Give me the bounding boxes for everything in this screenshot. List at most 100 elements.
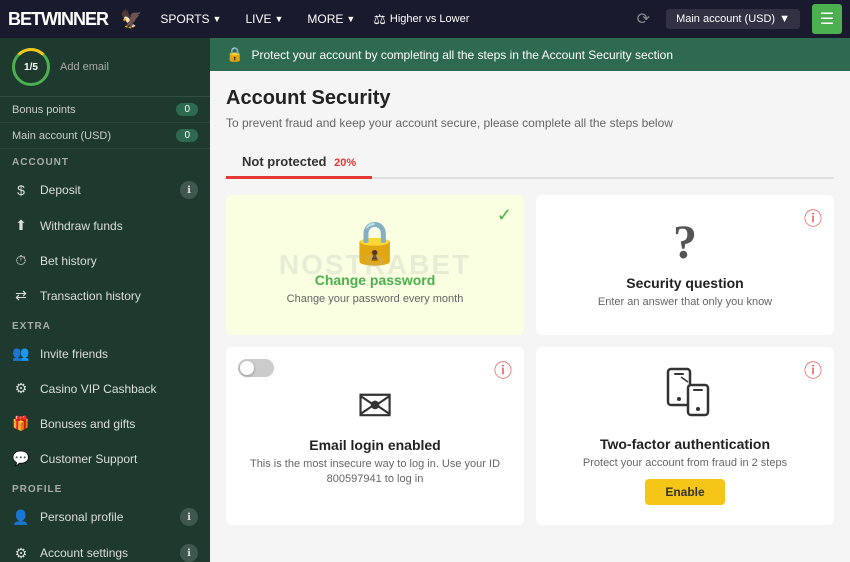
sidebar-item-bonuses[interactable]: 🎁 Bonuses and gifts: [0, 406, 210, 441]
deposit-badge: ℹ: [180, 181, 198, 199]
bonuses-icon: 🎁: [12, 415, 30, 432]
profile-icon: 👤: [12, 509, 30, 526]
profile-section-label: PROFILE: [0, 476, 210, 499]
personal-profile-badge: ℹ: [180, 508, 198, 526]
main-layout: 1/5 Add email Bonus points 0 Main accoun…: [0, 38, 850, 562]
account-settings-badge: ℹ: [180, 544, 198, 562]
sports-label: SPORTS: [160, 12, 209, 26]
security-question-status-icon: ⓘ: [804, 205, 822, 231]
bonus-points-stat: Bonus points 0: [0, 97, 210, 123]
two-factor-icon: [660, 367, 710, 428]
invite-label: Invite friends: [40, 347, 108, 361]
bet-history-label: Bet history: [40, 254, 97, 268]
alert-bar: 🔒 Protect your account by completing all…: [210, 38, 850, 71]
sidebar-item-personal-profile[interactable]: 👤 Personal profile ℹ: [0, 499, 210, 535]
scale-icon: ⚖: [373, 11, 386, 28]
sidebar-top: 1/5 Add email: [0, 38, 210, 97]
email-login-icon: ✉: [357, 385, 394, 429]
card-two-factor: ⓘ Two-factor authentication: [536, 347, 834, 525]
content-main: Account Security To prevent fraud and ke…: [210, 71, 850, 562]
tab-not-protected[interactable]: Not protected 20%: [226, 146, 372, 177]
account-button[interactable]: Main account (USD) ▼: [666, 9, 800, 29]
enable-button[interactable]: Enable: [645, 479, 724, 505]
withdraw-icon: ⬆: [12, 217, 30, 234]
game-label: ⚖ Higher vs Lower: [373, 11, 469, 28]
account-settings-label: Account settings: [40, 546, 128, 560]
logo-winner: WINNER: [41, 9, 108, 29]
logo-icon: 🦅: [120, 9, 142, 30]
progress-circle: 1/5: [12, 48, 50, 86]
email-toggle[interactable]: [238, 359, 274, 377]
card-security-question: ⓘ ? Security question Enter an answer th…: [536, 195, 834, 335]
sports-nav[interactable]: SPORTS ▼: [154, 8, 227, 30]
more-label: MORE: [307, 12, 343, 26]
security-question-title[interactable]: Security question: [626, 275, 743, 291]
change-password-icon: 🔒: [349, 222, 401, 264]
header: BETWINNER 🦅 SPORTS ▼ LIVE ▼ MORE ▼ ⚖ Hig…: [0, 0, 850, 38]
card-email-login: ⓘ ✉ Email login enabled This is the most…: [226, 347, 524, 525]
logo-bet: BET: [8, 9, 41, 29]
account-label: Main account (USD): [676, 13, 775, 25]
sidebar-item-withdraw[interactable]: ⬆ Withdraw funds: [0, 208, 210, 243]
two-factor-status-icon: ⓘ: [804, 357, 822, 383]
security-question-icon: ?: [673, 219, 697, 267]
sidebar-item-account-settings[interactable]: ⚙ Account settings ℹ: [0, 535, 210, 562]
security-question-desc: Enter an answer that only you know: [598, 295, 772, 310]
account-chevron: ▼: [779, 13, 790, 25]
withdraw-label: Withdraw funds: [40, 219, 123, 233]
bonus-points-value: 0: [176, 103, 198, 116]
main-account-stat: Main account (USD) 0: [0, 123, 210, 149]
alert-text: Protect your account by completing all t…: [251, 48, 673, 62]
live-chevron: ▼: [274, 14, 283, 24]
content-area: 🔒 Protect your account by completing all…: [210, 38, 850, 562]
live-label: LIVE: [245, 12, 271, 26]
tab-badge: 20%: [334, 157, 356, 169]
transaction-label: Transaction history: [40, 289, 141, 303]
sidebar-item-casino-vip[interactable]: ⚙ Casino VIP Cashback: [0, 371, 210, 406]
toggle-knob: [240, 361, 254, 375]
security-grid: NOSTRABET ✓ 🔒 Change password Change you…: [226, 195, 834, 525]
logo: BETWINNER: [8, 9, 108, 30]
sidebar-item-deposit[interactable]: $ Deposit ℹ: [0, 172, 210, 208]
account-section-label: ACCOUNT: [0, 149, 210, 172]
deposit-icon: $: [12, 182, 30, 198]
support-icon: 💬: [12, 450, 30, 467]
add-email-text[interactable]: Add email: [60, 61, 109, 73]
sidebar-item-invite-friends[interactable]: 👥 Invite friends: [0, 336, 210, 371]
live-nav[interactable]: LIVE ▼: [239, 8, 289, 30]
email-login-desc: This is the most insecure way to log in.…: [242, 457, 508, 488]
sidebar-item-bet-history[interactable]: ⏱ Bet history: [0, 243, 210, 278]
more-chevron: ▼: [346, 14, 355, 24]
main-account-value: 0: [176, 129, 198, 142]
bonus-points-label: Bonus points: [12, 104, 76, 116]
tabs-bar: Not protected 20%: [226, 146, 834, 179]
transaction-icon: ⇄: [12, 287, 30, 304]
progress-text: 1/5: [24, 62, 38, 73]
settings-icon: ⚙: [12, 545, 30, 562]
extra-section-label: EXTRA: [0, 313, 210, 336]
sidebar-item-transaction-history[interactable]: ⇄ Transaction history: [0, 278, 210, 313]
refresh-icon[interactable]: ⟳: [637, 9, 650, 29]
main-account-label: Main account (USD): [12, 130, 111, 142]
page-title: Account Security: [226, 87, 834, 110]
two-factor-desc: Protect your account from fraud in 2 ste…: [583, 456, 787, 471]
card-change-password: NOSTRABET ✓ 🔒 Change password Change you…: [226, 195, 524, 335]
personal-profile-label: Personal profile: [40, 510, 123, 524]
deposit-label: Deposit: [40, 183, 81, 197]
game-name: Higher vs Lower: [390, 13, 469, 25]
change-password-desc: Change your password every month: [287, 292, 464, 307]
sidebar: 1/5 Add email Bonus points 0 Main accoun…: [0, 38, 210, 562]
more-nav[interactable]: MORE ▼: [301, 8, 361, 30]
change-password-status-icon: ✓: [497, 205, 512, 226]
email-login-status-icon: ⓘ: [494, 357, 512, 383]
email-login-title: Email login enabled: [309, 437, 440, 453]
page-subtitle: To prevent fraud and keep your account s…: [226, 116, 834, 130]
change-password-title[interactable]: Change password: [315, 272, 436, 288]
casino-label: Casino VIP Cashback: [40, 382, 157, 396]
tab-label: Not protected: [242, 154, 327, 169]
two-factor-title: Two-factor authentication: [600, 436, 770, 452]
invite-icon: 👥: [12, 345, 30, 362]
casino-icon: ⚙: [12, 380, 30, 397]
sidebar-item-customer-support[interactable]: 💬 Customer Support: [0, 441, 210, 476]
menu-button[interactable]: ☰: [812, 4, 842, 34]
